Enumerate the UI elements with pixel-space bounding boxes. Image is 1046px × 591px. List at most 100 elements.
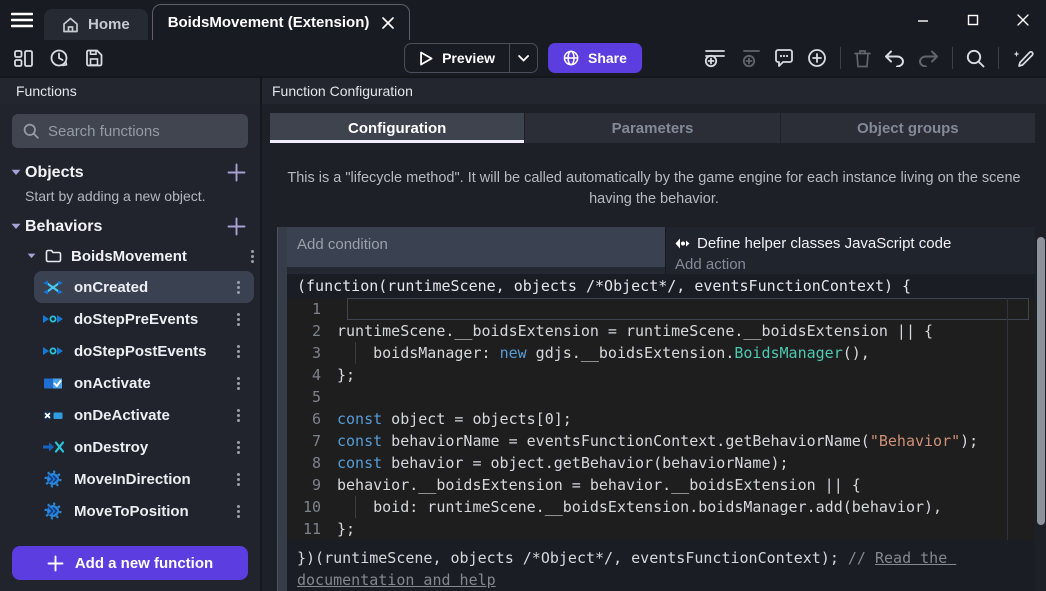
kebab-menu-icon[interactable] xyxy=(231,437,246,458)
main-menu-icon[interactable] xyxy=(8,6,36,34)
play-icon xyxy=(419,51,433,66)
toolbar-divider xyxy=(840,47,841,69)
line-number: 9 xyxy=(287,476,337,494)
search-icon xyxy=(23,123,39,139)
function-label: doStepPreEvents xyxy=(74,311,198,328)
js-event-title[interactable]: Define helper classes JavaScript code xyxy=(675,232,1035,254)
gear-chevrons-icon xyxy=(42,470,64,488)
event-drag-handle[interactable] xyxy=(277,227,287,591)
function-row-moveindirection[interactable]: MoveInDirection xyxy=(34,463,254,495)
lifecycle-description-line1: This is a "lifecycle method". It will be… xyxy=(262,168,1046,189)
code-line[interactable]: 5 xyxy=(287,386,1035,408)
projects-panel-icon[interactable] xyxy=(14,50,33,67)
configuration-tabs: Configuration Parameters Object groups xyxy=(270,113,1035,143)
maximize-icon[interactable] xyxy=(964,11,982,29)
minimize-icon[interactable] xyxy=(914,11,932,29)
line-number: 8 xyxy=(287,454,337,472)
add-condition-cell[interactable]: Add condition xyxy=(287,227,665,267)
add-subevent-icon[interactable] xyxy=(739,48,761,68)
function-row-dosteppreevents[interactable]: doStepPreEvents xyxy=(34,303,254,335)
function-row-dosteppostevents[interactable]: doStepPostEvents xyxy=(34,335,254,367)
code-line[interactable]: 8const behavior = object.getBehavior(beh… xyxy=(287,452,1035,474)
event-header-row: Add condition Define helper classes Java… xyxy=(287,227,1035,274)
code-line[interactable]: 10 boid: runtimeScene.__boidsExtension.b… xyxy=(287,496,1035,518)
kebab-menu-icon[interactable] xyxy=(245,246,260,267)
js-code-icon xyxy=(675,238,691,249)
search-events-icon[interactable] xyxy=(966,49,985,68)
function-label: onCreated xyxy=(74,279,148,296)
comment-prefix: // xyxy=(848,549,875,567)
add-function-label: Add a new function xyxy=(75,555,213,572)
js-event-title-label: Define helper classes JavaScript code xyxy=(697,235,951,252)
objects-section-label: Objects xyxy=(25,164,84,182)
code-line[interactable]: 9behavior.__boidsExtension = behavior.__… xyxy=(287,474,1035,496)
function-row-ondestroy[interactable]: onDestroy xyxy=(34,431,254,463)
toolbar-center: Preview Share xyxy=(404,43,642,73)
line-number: 7 xyxy=(287,432,337,450)
lifecycle-description: This is a "lifecycle method". It will be… xyxy=(262,168,1046,210)
edit-sparkle-icon[interactable] xyxy=(1012,49,1034,68)
kebab-menu-icon[interactable] xyxy=(231,277,246,298)
close-window-icon[interactable] xyxy=(1014,11,1032,29)
preview-dropdown[interactable] xyxy=(509,44,537,72)
chevron-down-icon[interactable] xyxy=(27,253,36,259)
search-functions-input[interactable] xyxy=(48,123,247,140)
preview-button-main[interactable]: Preview xyxy=(405,50,509,66)
code-line[interactable]: 4}; xyxy=(287,364,1035,386)
code-text: }; xyxy=(337,520,355,538)
share-button[interactable]: Share xyxy=(548,43,642,73)
add-function-button[interactable]: Add a new function xyxy=(12,546,248,580)
objects-section-header: Objects xyxy=(0,154,260,185)
search-functions-box[interactable] xyxy=(12,114,248,148)
kebab-menu-icon[interactable] xyxy=(231,501,246,522)
line-number: 3 xyxy=(287,344,337,362)
tab-object-groups[interactable]: Object groups xyxy=(780,113,1035,143)
code-line[interactable]: 1 xyxy=(287,298,1035,320)
code-line[interactable]: 6const object = objects[0]; xyxy=(287,408,1035,430)
behavior-folder-row[interactable]: BoidsMovement xyxy=(0,241,260,271)
save-icon[interactable] xyxy=(85,49,103,67)
code-line[interactable]: 3 boidsManager: new gdjs.__boidsExtensio… xyxy=(287,342,1035,364)
preview-button[interactable]: Preview xyxy=(404,43,538,73)
function-row-oncreated[interactable]: onCreated xyxy=(34,271,254,303)
code-line[interactable]: 2runtimeScene.__boidsExtension = runtime… xyxy=(287,320,1035,342)
tab-parameters[interactable]: Parameters xyxy=(524,113,779,143)
objects-empty-text: Start by adding a new object. xyxy=(0,185,260,208)
add-circle-icon[interactable] xyxy=(807,48,827,68)
add-object-icon[interactable] xyxy=(227,163,246,182)
function-row-onactivate[interactable]: onActivate xyxy=(34,367,254,399)
kebab-menu-icon[interactable] xyxy=(231,405,246,426)
chevron-down-icon[interactable] xyxy=(9,223,23,230)
code-text: runtimeScene.__boidsExtension = runtimeS… xyxy=(337,322,933,340)
tab-close-icon[interactable] xyxy=(382,17,394,29)
add-event-icon[interactable] xyxy=(704,48,726,68)
code-line[interactable]: 11}; xyxy=(287,518,1035,540)
events-scrollbar[interactable] xyxy=(1037,237,1045,525)
add-comment-icon[interactable] xyxy=(774,49,794,68)
tab-configuration[interactable]: Configuration xyxy=(270,113,524,143)
share-label: Share xyxy=(588,50,627,66)
kebab-menu-icon[interactable] xyxy=(231,469,246,490)
toolbar-divider xyxy=(952,47,953,69)
chevron-down-icon[interactable] xyxy=(9,169,23,176)
tab-home[interactable]: Home xyxy=(44,9,148,40)
kebab-menu-icon[interactable] xyxy=(231,341,246,362)
code-text: const object = objects[0]; xyxy=(337,410,572,428)
undo-icon[interactable] xyxy=(884,50,905,67)
code-text: const behaviorName = eventsFunctionConte… xyxy=(337,432,978,450)
add-behavior-icon[interactable] xyxy=(227,217,246,236)
add-action-link[interactable]: Add action xyxy=(675,256,1035,273)
redo-icon[interactable] xyxy=(918,50,939,67)
line-number: 5 xyxy=(287,388,337,406)
kebab-menu-icon[interactable] xyxy=(231,309,246,330)
gdevelop-window: Home BoidsMovement (Extension) Preview xyxy=(0,0,1046,591)
function-row-movetoposition[interactable]: MoveToPosition xyxy=(34,495,254,527)
delete-icon[interactable] xyxy=(854,49,871,68)
function-row-ondeactivate[interactable]: onDeActivate xyxy=(34,399,254,431)
gear-chevrons-icon xyxy=(42,502,64,520)
kebab-menu-icon[interactable] xyxy=(231,373,246,394)
tab-document[interactable]: BoidsMovement (Extension) xyxy=(152,4,411,40)
history-icon[interactable] xyxy=(49,49,69,68)
code-line[interactable]: 7const behaviorName = eventsFunctionCont… xyxy=(287,430,1035,452)
code-editor[interactable]: 12runtimeScene.__boidsExtension = runtim… xyxy=(287,298,1035,540)
